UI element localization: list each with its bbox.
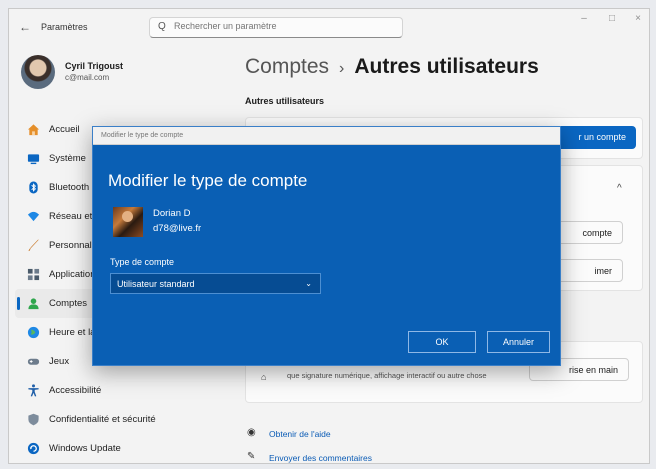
- user-avatar: [113, 207, 143, 237]
- accounts-icon: [28, 298, 39, 310]
- sidebar-item-windows-update[interactable]: Windows Update: [15, 434, 241, 463]
- sidebar-item-label: Jeux: [49, 356, 70, 367]
- kiosk-icon: ⌂: [261, 372, 267, 382]
- sidebar-item-label: Accessibilité: [49, 385, 102, 396]
- profile-email: c@mail.com: [65, 73, 110, 82]
- back-arrow-icon[interactable]: ←: [19, 20, 31, 34]
- ok-button[interactable]: OK: [408, 331, 476, 353]
- breadcrumb-parent[interactable]: Comptes: [245, 55, 329, 78]
- minimize-button[interactable]: –: [569, 13, 599, 24]
- accessibility-icon: [28, 384, 39, 397]
- cancel-button[interactable]: Annuler: [487, 331, 550, 353]
- page-title: Comptes › Autres utilisateurs: [245, 55, 539, 79]
- active-indicator: [17, 297, 20, 310]
- update-icon: [27, 442, 40, 455]
- sidebar-item-label: Windows Update: [49, 443, 121, 454]
- chevron-down-icon: ⌄: [305, 279, 312, 288]
- breadcrumb-separator: ›: [339, 60, 345, 77]
- dialog-user-name: Dorian D: [153, 208, 191, 219]
- dialog-user-email: d78@live.fr: [153, 223, 202, 234]
- dialog-title-bar: Modifier le type de compte: [93, 127, 560, 145]
- search-box[interactable]: Q: [149, 17, 403, 38]
- chevron-up-icon[interactable]: ^: [617, 183, 622, 194]
- help-link[interactable]: Obtenir de l'aide: [269, 429, 331, 439]
- kiosk-description: que signature numérique, affichage inter…: [287, 371, 487, 380]
- sidebar-item-label: Confidentialité et sécurité: [49, 414, 156, 425]
- brush-icon: [28, 239, 39, 252]
- sidebar-item-label: Accueil: [49, 124, 80, 135]
- dialog-heading: Modifier le type de compte: [108, 171, 308, 190]
- change-account-type-dialog: Modifier le type de compte Modifier le t…: [92, 126, 561, 366]
- close-button[interactable]: ×: [623, 13, 649, 24]
- bluetooth-icon: [29, 181, 38, 194]
- network-icon: [27, 211, 40, 222]
- feedback-icon: ✎: [247, 451, 256, 462]
- account-type-select[interactable]: Utilisateur standard ⌄: [110, 273, 321, 294]
- sidebar-item-confidentialite[interactable]: Confidentialité et sécurité: [15, 405, 241, 434]
- dialog-title: Modifier le type de compte: [101, 132, 184, 139]
- globe-icon: [27, 326, 40, 339]
- gamepad-icon: [27, 358, 40, 365]
- app-title: Paramètres: [41, 22, 88, 32]
- help-icon: ◉: [247, 427, 256, 438]
- sidebar-item-accessibilite[interactable]: Accessibilité: [15, 376, 241, 405]
- apps-icon: [27, 268, 40, 281]
- account-type-label: Type de compte: [110, 257, 175, 267]
- home-icon: [27, 124, 40, 136]
- breadcrumb-current: Autres utilisateurs: [354, 55, 539, 78]
- section-heading: Autres utilisateurs: [245, 96, 325, 106]
- account-type-value: Utilisateur standard: [117, 279, 195, 289]
- profile-name: Cyril Trigoust: [65, 61, 124, 71]
- sidebar-item-label: Système: [49, 153, 86, 164]
- search-input[interactable]: [174, 21, 394, 31]
- title-bar: ← Paramètres Q – □ ×: [9, 9, 649, 43]
- avatar: [21, 55, 55, 89]
- sidebar-item-label: Comptes: [49, 298, 88, 309]
- system-icon: [27, 154, 40, 165]
- search-icon: Q: [158, 21, 166, 32]
- feedback-link[interactable]: Envoyer des commentaires: [269, 453, 372, 463]
- shield-icon: [28, 413, 39, 426]
